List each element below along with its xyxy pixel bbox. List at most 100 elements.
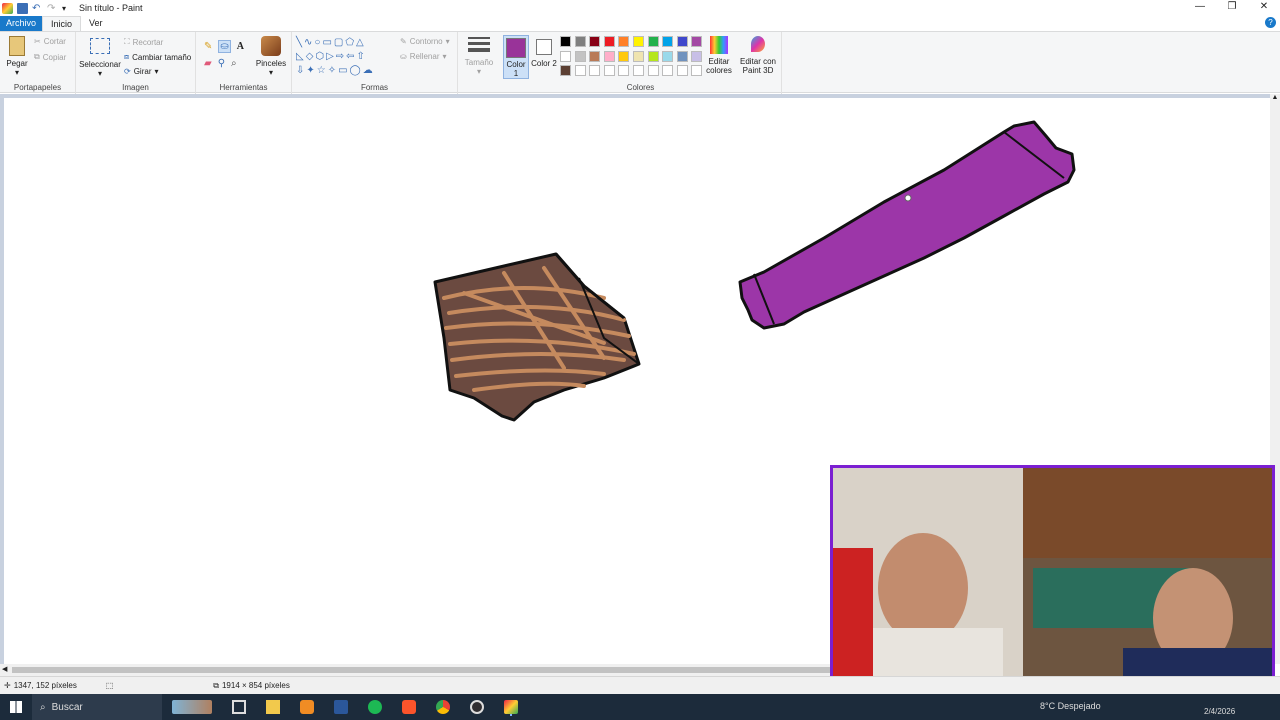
clock-date[interactable]: 2/4/2026 bbox=[1204, 707, 1235, 716]
size-button[interactable]: Tamaño ▾ bbox=[462, 37, 496, 76]
palette-swatch[interactable] bbox=[603, 65, 615, 76]
palette-swatch[interactable] bbox=[647, 50, 659, 62]
palette-swatch[interactable] bbox=[618, 65, 630, 76]
task-view-icon[interactable] bbox=[232, 700, 246, 714]
scroll-up-arrow[interactable]: ▲ bbox=[1270, 94, 1280, 101]
magnifier-icon[interactable]: ⌕ bbox=[231, 58, 237, 69]
text-tool-icon[interactable]: A bbox=[237, 41, 244, 52]
minimize-button[interactable]: — bbox=[1184, 0, 1216, 16]
edit-colors-button[interactable]: Editar colores bbox=[704, 36, 734, 75]
fill-button[interactable]: ⛀ Rellenar ▾ bbox=[400, 52, 447, 61]
window-title: Sin título - Paint bbox=[79, 3, 143, 13]
tab-view[interactable]: Ver bbox=[81, 16, 111, 31]
paint3d-button[interactable]: Editar con Paint 3D bbox=[738, 36, 778, 75]
redo-icon[interactable]: ↷ bbox=[47, 3, 58, 14]
palette-swatch[interactable] bbox=[618, 36, 630, 47]
palette-swatch[interactable] bbox=[647, 65, 659, 76]
brave-icon[interactable] bbox=[402, 700, 416, 714]
scroll-left-arrow[interactable]: ◀ bbox=[2, 665, 7, 673]
webcam-overlay bbox=[830, 465, 1275, 703]
palette-swatch[interactable] bbox=[589, 65, 601, 76]
shapes-row-1: ╲∿○▭▢⬠△ bbox=[296, 37, 366, 48]
palette-swatch[interactable] bbox=[574, 50, 586, 62]
status-bar: ✛ 1347, 152 píxeles ⬚ ⧉ 1914 × 854 píxel… bbox=[0, 676, 1280, 694]
color-palette bbox=[560, 36, 710, 81]
palette-swatch[interactable] bbox=[662, 50, 674, 62]
fl-studio-icon[interactable] bbox=[300, 700, 314, 714]
eraser-icon[interactable]: ▰ bbox=[204, 58, 212, 69]
select-button[interactable]: Seleccionar ▾ bbox=[78, 38, 122, 78]
purple-wrapper-shape bbox=[738, 120, 1076, 330]
brushes-button[interactable]: Pinceles ▾ bbox=[254, 36, 288, 77]
paint3d-icon bbox=[751, 36, 765, 52]
clipboard-icon bbox=[9, 36, 25, 56]
palette-swatch[interactable] bbox=[676, 50, 688, 62]
palette-swatch[interactable] bbox=[647, 36, 659, 47]
palette-swatch[interactable] bbox=[589, 36, 601, 47]
palette-swatch[interactable] bbox=[560, 36, 571, 47]
tab-home[interactable]: Inicio bbox=[42, 16, 82, 31]
selection-rect-icon bbox=[90, 38, 110, 54]
taskbar-search[interactable]: ⌕ Buscar bbox=[32, 694, 162, 720]
palette-swatch[interactable] bbox=[589, 50, 601, 62]
help-icon[interactable]: ? bbox=[1265, 17, 1276, 28]
paint-taskbar-icon[interactable] bbox=[504, 700, 518, 714]
palette-swatch[interactable] bbox=[676, 65, 688, 76]
palette-swatch[interactable] bbox=[603, 50, 615, 62]
palette-swatch[interactable] bbox=[676, 36, 688, 47]
canvas-size: 1914 × 854 píxeles bbox=[221, 681, 290, 690]
chrome-icon[interactable] bbox=[436, 700, 450, 714]
copy-button[interactable]: ⧉ Copiar bbox=[34, 52, 66, 62]
palette-swatch[interactable] bbox=[633, 36, 644, 47]
search-label: Buscar bbox=[51, 701, 83, 713]
palette-swatch[interactable] bbox=[691, 50, 703, 62]
palette-swatch[interactable] bbox=[662, 36, 674, 47]
save-icon[interactable] bbox=[17, 2, 28, 14]
color1-button[interactable]: Color 1 bbox=[503, 35, 529, 79]
palette-swatch[interactable] bbox=[691, 36, 703, 47]
palette-swatch[interactable] bbox=[574, 36, 586, 47]
cursor-position-icon: ✛ bbox=[4, 681, 11, 690]
brown-scribble-shape bbox=[433, 252, 641, 422]
palette-swatch[interactable] bbox=[633, 50, 644, 62]
paint-app-icon bbox=[2, 2, 13, 14]
line-width-icon bbox=[468, 37, 490, 52]
palette-swatch[interactable] bbox=[560, 50, 571, 62]
fill-bucket-icon[interactable]: ⛀ bbox=[218, 40, 231, 53]
undo-icon[interactable]: ↶ bbox=[32, 3, 43, 14]
palette-swatch[interactable] bbox=[691, 65, 703, 76]
palette-swatch[interactable] bbox=[574, 65, 586, 76]
colors-group-label: Colores bbox=[626, 83, 655, 92]
cut-button[interactable]: ✂ Cortar bbox=[34, 37, 66, 46]
palette-swatch[interactable] bbox=[662, 65, 674, 76]
palette-swatch[interactable] bbox=[560, 65, 571, 76]
crop-button[interactable]: ⛶ Recortar bbox=[124, 37, 163, 47]
color-picker-icon[interactable]: ⚲ bbox=[218, 58, 225, 69]
rotate-button[interactable]: ⟳ Girar ▾ bbox=[124, 67, 159, 76]
maximize-button[interactable]: ❐ bbox=[1216, 0, 1248, 16]
file-menu[interactable]: Archivo bbox=[0, 16, 43, 31]
quick-access-toolbar: ↶ ↷ ▾ bbox=[0, 2, 73, 14]
palette-swatch[interactable] bbox=[603, 36, 615, 47]
file-explorer-icon[interactable] bbox=[266, 700, 280, 714]
pencil-icon[interactable]: ✎ bbox=[204, 41, 212, 52]
spotify-icon[interactable] bbox=[368, 700, 382, 714]
palette-swatch[interactable] bbox=[633, 65, 644, 76]
color2-button[interactable]: Color 2 bbox=[531, 35, 557, 79]
shapes-gallery[interactable]: ╲∿○▭▢⬠△ ◺◇⬡▷⇨⇦⇧ ⇩✦☆✧▭◯☁ bbox=[296, 36, 396, 80]
palette-swatch[interactable] bbox=[618, 50, 630, 62]
customize-qa-icon[interactable]: ▾ bbox=[62, 3, 73, 14]
outline-button[interactable]: ✎ Contorno ▾ bbox=[400, 37, 450, 46]
weather-text[interactable]: 8°C Despejado bbox=[1040, 701, 1101, 711]
shapes-row-2: ◺◇⬡▷⇨⇦⇧ bbox=[296, 51, 367, 62]
close-button[interactable]: ✕ bbox=[1248, 0, 1280, 16]
paste-button[interactable]: Pegar ▾ bbox=[4, 36, 30, 77]
obs-icon[interactable] bbox=[470, 700, 484, 714]
widget-bear-icon[interactable] bbox=[172, 700, 212, 714]
copy-icon: ⧉ bbox=[34, 52, 40, 61]
windows-start-icon[interactable] bbox=[10, 701, 22, 713]
resize-button[interactable]: ⧈ Cambiar tamaño bbox=[124, 52, 191, 62]
word-icon[interactable] bbox=[334, 700, 348, 714]
canvas-size-icon: ⧉ bbox=[213, 680, 219, 690]
horizontal-scroll-thumb[interactable] bbox=[12, 667, 832, 673]
